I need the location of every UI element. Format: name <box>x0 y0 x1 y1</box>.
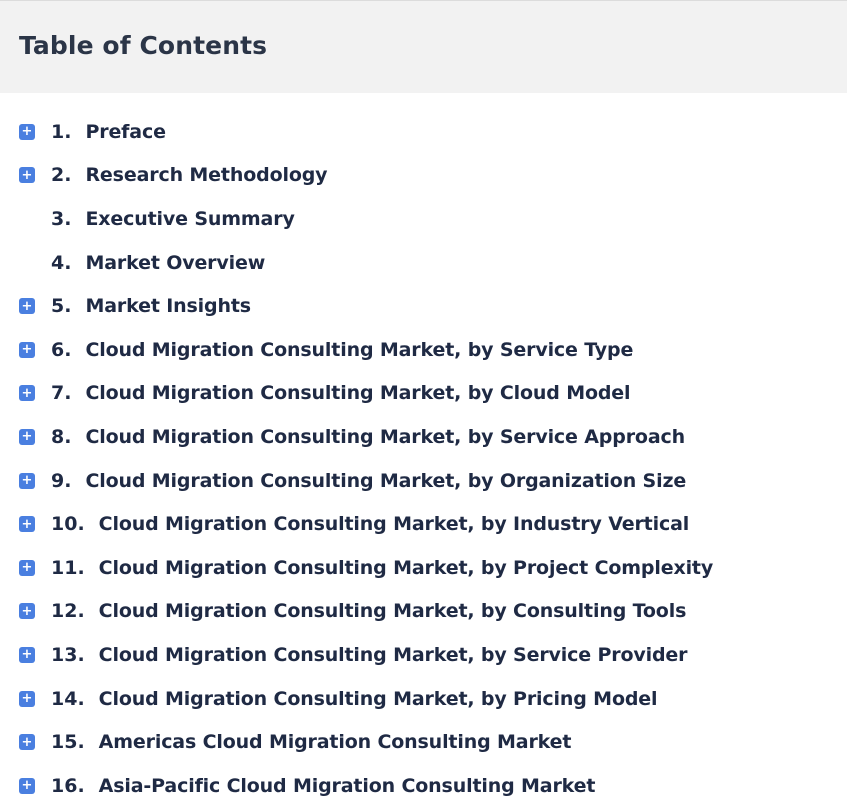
toc-item-number: 4. <box>51 251 72 274</box>
toc-item-link[interactable]: Cloud Migration Consulting Market, by Or… <box>85 470 686 492</box>
toc-item-number: 3. <box>51 207 72 230</box>
toc-item-number: 1. <box>51 120 72 143</box>
toc-item-link[interactable]: Market Overview <box>85 252 265 274</box>
toc-item-link[interactable]: Cloud Migration Consulting Market, by Pr… <box>99 688 658 710</box>
expand-plus-icon[interactable]: + <box>19 734 35 751</box>
toc-item: + 16. Asia-Pacific Cloud Migration Consu… <box>0 764 847 808</box>
toc-item: + 9. Cloud Migration Consulting Market, … <box>0 459 847 503</box>
toc-item-link[interactable]: Cloud Migration Consulting Market, by Se… <box>99 644 688 666</box>
toc-item-number: 16. <box>51 774 85 797</box>
toc-item: + 5. Market Insights <box>0 284 847 328</box>
toc-item-number: 12. <box>51 600 85 623</box>
toc-item-number: 14. <box>51 687 85 710</box>
toc-item-link[interactable]: Executive Summary <box>85 208 294 230</box>
toc-item-link[interactable]: Cloud Migration Consulting Market, by Cl… <box>85 382 630 404</box>
expand-plus-icon[interactable]: + <box>19 385 35 402</box>
toc-item-number: 9. <box>51 469 72 492</box>
toc-item-number: 7. <box>51 382 72 405</box>
toc-item: + 15. Americas Cloud Migration Consultin… <box>0 720 847 764</box>
expand-plus-icon[interactable]: + <box>19 428 35 445</box>
toc-item: 4. Market Overview <box>0 241 847 285</box>
toc-item-link[interactable]: Preface <box>85 121 166 143</box>
toc-item: 3. Executive Summary <box>0 197 847 241</box>
expand-plus-icon[interactable]: + <box>19 472 35 489</box>
toc-item-link[interactable]: Cloud Migration Consulting Market, by Se… <box>85 339 633 361</box>
toc-item-number: 11. <box>51 556 85 579</box>
toc-item-link[interactable]: Asia-Pacific Cloud Migration Consulting … <box>99 775 596 797</box>
toc-item: + 13. Cloud Migration Consulting Market,… <box>0 633 847 677</box>
expand-plus-icon[interactable]: + <box>19 559 35 576</box>
expand-plus-icon[interactable]: + <box>19 603 35 620</box>
toc-item-link[interactable]: Research Methodology <box>85 164 327 186</box>
expand-plus-icon[interactable]: + <box>19 298 35 315</box>
toc-item: + 11. Cloud Migration Consulting Market,… <box>0 546 847 590</box>
toc-item-number: 5. <box>51 295 72 318</box>
expand-plus-icon[interactable]: + <box>19 646 35 663</box>
toc-item-number: 2. <box>51 164 72 187</box>
toc-item: + 2. Research Methodology <box>0 154 847 198</box>
toc-item: + 7. Cloud Migration Consulting Market, … <box>0 372 847 416</box>
toc-item-link[interactable]: Market Insights <box>85 295 251 317</box>
toc-item-link[interactable]: Cloud Migration Consulting Market, by In… <box>99 513 690 535</box>
expand-plus-icon[interactable]: + <box>19 123 35 140</box>
expand-plus-icon[interactable]: + <box>19 690 35 707</box>
expand-plus-icon[interactable]: + <box>19 341 35 358</box>
page-title: Table of Contents <box>19 31 268 60</box>
toc-item: + 12. Cloud Migration Consulting Market,… <box>0 590 847 634</box>
expand-plus-icon[interactable]: + <box>19 167 35 184</box>
toc-item-link[interactable]: Americas Cloud Migration Consulting Mark… <box>99 731 572 753</box>
toc-item-number: 8. <box>51 425 72 448</box>
toc-item-link[interactable]: Cloud Migration Consulting Market, by Se… <box>85 426 685 448</box>
toc-item-number: 13. <box>51 643 85 666</box>
toc-item-link[interactable]: Cloud Migration Consulting Market, by Co… <box>99 600 687 622</box>
toc-item-number: 15. <box>51 731 85 754</box>
toc-item-number: 6. <box>51 338 72 361</box>
toc-item: + 10. Cloud Migration Consulting Market,… <box>0 502 847 546</box>
toc-header: Table of Contents <box>0 0 847 93</box>
toc-item: + 1. Preface <box>0 110 847 154</box>
toc-item: + 6. Cloud Migration Consulting Market, … <box>0 328 847 372</box>
toc-item-link[interactable]: Cloud Migration Consulting Market, by Pr… <box>99 557 714 579</box>
toc-item: + 8. Cloud Migration Consulting Market, … <box>0 415 847 459</box>
expand-plus-icon[interactable]: + <box>19 516 35 533</box>
toc-item-number: 10. <box>51 513 85 536</box>
toc-item: + 14. Cloud Migration Consulting Market,… <box>0 677 847 721</box>
expand-plus-icon[interactable]: + <box>19 777 35 794</box>
toc-list: + 1. Preface + 2. Research Methodology 3… <box>0 93 847 808</box>
